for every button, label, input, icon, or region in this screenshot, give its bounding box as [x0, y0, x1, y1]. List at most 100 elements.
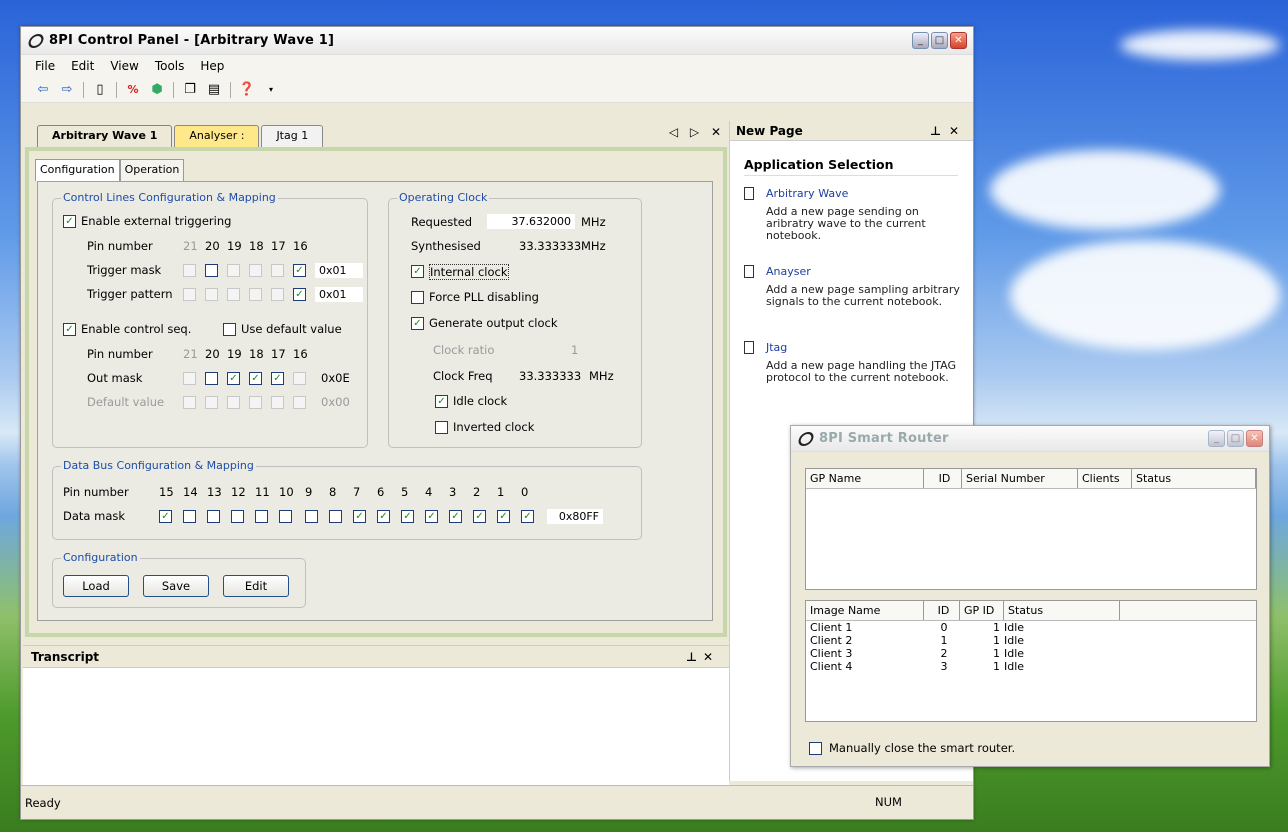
- menu-view[interactable]: View: [110, 59, 138, 73]
- data-mask-bit-checkbox[interactable]: [497, 510, 510, 523]
- group-legend: Configuration: [61, 551, 140, 564]
- configuration-page: Control Lines Configuration & Mapping En…: [37, 181, 713, 621]
- data-mask-bit-checkbox[interactable]: [449, 510, 462, 523]
- maximize-button[interactable]: □: [931, 32, 948, 49]
- app-link[interactable]: Jtag: [766, 341, 964, 354]
- data-mask-bit-checkbox[interactable]: [183, 510, 196, 523]
- operating-clock-group: Operating Clock Requested 37.632000 MHz …: [388, 191, 642, 448]
- data-mask-bit-checkbox[interactable]: [231, 510, 244, 523]
- data-mask-bit-checkbox[interactable]: [255, 510, 268, 523]
- new-document-icon[interactable]: ▯: [92, 82, 108, 98]
- menu-tools[interactable]: Tools: [155, 59, 185, 73]
- trigger-pattern-bit-checkbox: [205, 288, 218, 301]
- out-mask-bit-checkbox[interactable]: [205, 372, 218, 385]
- cell-name: Client 4: [810, 660, 853, 673]
- maximize-button[interactable]: □: [1227, 430, 1244, 447]
- trigger-mask-value: 0x01: [315, 263, 363, 278]
- copy-icon[interactable]: ❐: [182, 82, 198, 98]
- data-mask-bit-checkbox[interactable]: [329, 510, 342, 523]
- tab-operation[interactable]: Operation: [119, 159, 185, 181]
- load-button[interactable]: Load: [63, 575, 129, 597]
- force-pll-checkbox[interactable]: [411, 291, 424, 304]
- edit-button[interactable]: Edit: [223, 575, 289, 597]
- help-icon[interactable]: ❓: [239, 82, 255, 98]
- close-button[interactable]: ✕: [1246, 430, 1263, 447]
- data-mask-bit-checkbox[interactable]: [473, 510, 486, 523]
- idle-clock-checkbox[interactable]: [435, 395, 448, 408]
- close-button[interactable]: ✕: [950, 32, 967, 49]
- trigger-pattern-bit-checkbox: [271, 288, 284, 301]
- tab-analyser[interactable]: Analyser :: [174, 125, 260, 147]
- column-gp-id[interactable]: GP ID: [960, 601, 1004, 620]
- data-mask-bit-checkbox[interactable]: [401, 510, 414, 523]
- data-mask-bit-checkbox[interactable]: [353, 510, 366, 523]
- table-row[interactable]: Client 1 0 1 Idle: [806, 621, 1256, 634]
- table-row[interactable]: Client 4 3 1 Idle: [806, 660, 1256, 673]
- app-arbitrary-wave[interactable]: Arbitrary Wave Add a new page sending on…: [742, 187, 964, 242]
- menu-help[interactable]: Hep: [200, 59, 224, 73]
- new-page-title: New Page: [736, 123, 803, 138]
- save-button[interactable]: Save: [143, 575, 209, 597]
- data-mask-bit-checkbox[interactable]: [425, 510, 438, 523]
- internal-clock-label: Internal clock: [429, 264, 509, 280]
- tab-navigation[interactable]: ◁ ▷ ✕: [669, 125, 725, 139]
- gen-output-clock-checkbox[interactable]: [411, 317, 424, 330]
- data-mask-bit-checkbox[interactable]: [207, 510, 220, 523]
- use-default-value-checkbox[interactable]: [223, 323, 236, 336]
- inverted-clock-checkbox[interactable]: [435, 421, 448, 434]
- trigger-mask-bit-checkbox[interactable]: [205, 264, 218, 277]
- document-body: Configuration Operation Control Lines Co…: [25, 147, 727, 637]
- app-analyser[interactable]: Anayser Add a new page sampling arbitrar…: [742, 265, 964, 308]
- table-row[interactable]: Client 3 2 1 Idle: [806, 647, 1256, 660]
- app-link[interactable]: Anayser: [766, 265, 964, 278]
- data-mask-bit-checkbox[interactable]: [159, 510, 172, 523]
- forward-arrow-icon[interactable]: ⇨: [59, 82, 75, 98]
- column-clients[interactable]: Clients: [1078, 469, 1132, 488]
- tab-configuration[interactable]: Configuration: [35, 159, 120, 181]
- gp-list[interactable]: GP Name ID Serial Number Clients Status: [805, 468, 1257, 590]
- column-id[interactable]: ID: [924, 601, 960, 620]
- tab-arbitrary-wave[interactable]: Arbitrary Wave 1: [37, 125, 173, 147]
- app-link[interactable]: Arbitrary Wave: [766, 187, 964, 200]
- paste-icon[interactable]: ▤: [206, 82, 222, 98]
- out-mask-bit-checkbox[interactable]: [249, 372, 262, 385]
- data-mask-bit-checkbox[interactable]: [521, 510, 534, 523]
- pane-pin-close-icon[interactable]: ⊥✕: [930, 124, 967, 138]
- pin-label: 21: [183, 239, 198, 253]
- enable-ext-trigger-checkbox[interactable]: [63, 215, 76, 228]
- data-mask-bit-checkbox[interactable]: [305, 510, 318, 523]
- manual-close-checkbox[interactable]: [809, 742, 822, 755]
- data-mask-bit-checkbox[interactable]: [279, 510, 292, 523]
- pin-label: 21: [183, 347, 198, 361]
- app-logo-icon: [26, 33, 46, 48]
- shield-icon[interactable]: ⬢: [149, 82, 165, 98]
- back-arrow-icon[interactable]: ⇦: [35, 82, 51, 98]
- out-mask-bit-checkbox[interactable]: [227, 372, 240, 385]
- menu-edit[interactable]: Edit: [71, 59, 94, 73]
- trigger-pattern-bit-checkbox[interactable]: [293, 288, 306, 301]
- data-mask-bit-checkbox[interactable]: [377, 510, 390, 523]
- pane-pin-close-icon[interactable]: ⊥✕: [686, 650, 719, 664]
- column-status[interactable]: Status: [1004, 601, 1120, 620]
- pin-label: 11: [255, 485, 270, 499]
- percent-icon[interactable]: %: [125, 82, 141, 98]
- tab-jtag[interactable]: Jtag 1: [261, 125, 324, 147]
- enable-control-seq-checkbox[interactable]: [63, 323, 76, 336]
- out-mask-bit-checkbox[interactable]: [271, 372, 284, 385]
- minimize-button[interactable]: _: [1208, 430, 1225, 447]
- toolbar-overflow-icon[interactable]: ▾: [263, 82, 279, 98]
- table-row[interactable]: Client 2 1 1 Idle: [806, 634, 1256, 647]
- internal-clock-checkbox[interactable]: [411, 265, 424, 278]
- column-id[interactable]: ID: [924, 469, 962, 488]
- column-image-name[interactable]: Image Name: [806, 601, 924, 620]
- minimize-button[interactable]: _: [912, 32, 929, 49]
- column-status[interactable]: Status: [1132, 469, 1256, 488]
- clock-freq-value: 33.333333: [519, 369, 582, 383]
- column-serial-number[interactable]: Serial Number: [962, 469, 1078, 488]
- menu-file[interactable]: File: [35, 59, 55, 73]
- app-jtag[interactable]: Jtag Add a new page handling the JTAG pr…: [742, 341, 964, 384]
- client-list[interactable]: Image Name ID GP ID Status Client 1 0 1 …: [805, 600, 1257, 722]
- column-gp-name[interactable]: GP Name: [806, 469, 924, 488]
- requested-input[interactable]: 37.632000: [487, 214, 575, 229]
- trigger-mask-bit-checkbox[interactable]: [293, 264, 306, 277]
